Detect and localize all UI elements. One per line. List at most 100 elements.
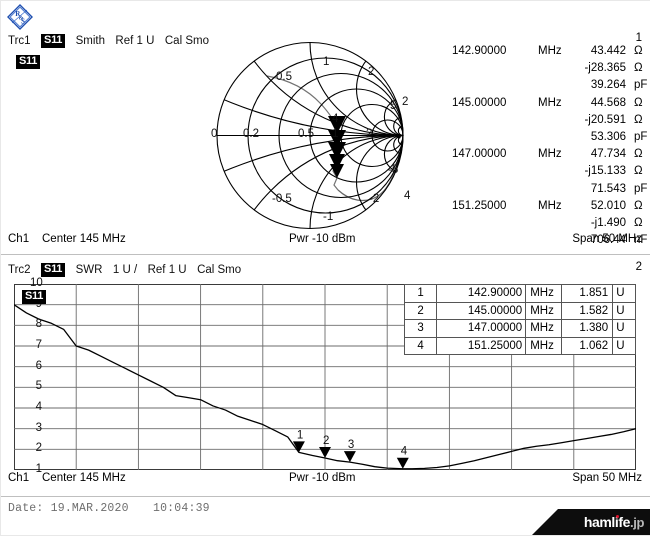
marker3-frequency: 147.00000 <box>452 148 507 161</box>
watermark-accent-dot-icon <box>615 515 619 518</box>
marker-value: 1.062 <box>561 336 614 355</box>
hamlife-watermark: hamlife.jp <box>532 509 650 535</box>
trace1-span[interactable]: Span 50 MHz <box>572 233 642 245</box>
smith-label-x-pos-1: 1 <box>323 56 330 68</box>
trace2-param-badge[interactable]: S11 <box>41 262 66 277</box>
date-label: Date: <box>8 502 44 515</box>
swr-y-tick-label: 8 <box>35 318 42 331</box>
trace2-marker-table: 1 142.90000 MHz 1.851 U 2 145.00000 MHz 1.582 U 3 1… <box>403 284 636 355</box>
marker-frequency: 142.90000 <box>436 284 527 303</box>
swr-y-tick-label: 6 <box>35 359 42 372</box>
watermark-text: hamlife.jp <box>584 514 645 531</box>
smith-label-0: 0 <box>211 128 218 140</box>
trace1-power[interactable]: Pwr -10 dBm <box>289 233 355 245</box>
marker-value-unit: U <box>612 284 636 303</box>
smith-marker-4-label: 4 <box>332 113 339 125</box>
marker1-reactance: -j28.365 <box>584 62 626 75</box>
trace1-param-badge[interactable]: S11 <box>41 33 66 48</box>
marker1-r-unit: Ω <box>634 45 643 57</box>
marker4-resistance: 52.010 <box>590 199 626 212</box>
marker4-x-unit: Ω <box>634 216 643 229</box>
trace1-ref[interactable]: Ref 1 U <box>115 35 154 47</box>
readout-row: -j1.490 Ω <box>452 216 644 233</box>
marker4-reactance: -j1.490 <box>590 216 626 229</box>
svg-text:S: S <box>21 18 25 26</box>
marker-table-row: 1 142.90000 MHz 1.851 U <box>403 284 636 303</box>
trace2-header[interactable]: Trc2 S11 SWR 1 U / Ref 1 U Cal Smo <box>8 261 247 279</box>
marker4-r-unit: Ω <box>634 199 643 212</box>
marker1-c-unit: pF <box>634 79 648 92</box>
trace1-number: 1 <box>635 32 642 44</box>
marker-frequency: 151.25000 <box>436 336 527 355</box>
smith-marker-4-outside-label: 4 <box>404 190 411 202</box>
smith-label-x-pos-2b: 2 <box>402 96 409 108</box>
trace1-header[interactable]: Trc1 S11 Smith Ref 1 U Cal Smo <box>8 32 215 50</box>
date-time-stamp: Date: 19.MAR.2020 10:04:39 <box>8 502 210 515</box>
vna-screenshot: R & S Trc1 S11 Smith Ref 1 U Cal Smo 1 S… <box>0 0 650 536</box>
smith-label-x-pos-0p5: 0.5 <box>276 71 292 83</box>
swr-y-tick-label: 4 <box>35 401 42 413</box>
date-value: 19.MAR.2020 <box>50 502 129 515</box>
smith-label-r-0p2: 0.2 <box>243 128 259 140</box>
trace2-status-bar: Ch1 Center 145 MHz Pwr -10 dBm Span 50 M… <box>0 472 650 490</box>
footer-divider <box>0 496 650 497</box>
readout-row: 145.00000 MHz 44.568 Ω <box>452 96 644 113</box>
smith-label-x-pos-2: 2 <box>368 66 375 78</box>
readout-row: 147.00000 MHz 47.734 Ω <box>452 147 644 164</box>
readout-row: 151.25000 MHz 52.010 Ω <box>452 199 644 216</box>
marker3-resistance: 47.734 <box>590 148 626 161</box>
trace1-marker-readout: 142.90000 MHz 43.442 Ω -j28.365 Ω 39.264… <box>452 44 648 250</box>
smith-chart[interactable]: 0 0.2 0.5 1 2 0.5 1 2 5 -0.5 -1 -2 -5 4 … <box>190 38 430 233</box>
marker-value: 1.851 <box>561 284 614 303</box>
time-value: 10:04:39 <box>152 502 210 515</box>
readout-row: -j28.365 Ω <box>452 61 644 78</box>
trace1-format[interactable]: Smith <box>76 35 105 47</box>
marker3-reactance: -j15.133 <box>584 165 626 178</box>
trace2-power[interactable]: Pwr -10 dBm <box>289 472 355 484</box>
trace2-span[interactable]: Span 50 MHz <box>572 472 642 484</box>
trace2-ref[interactable]: Ref 1 U <box>148 264 187 276</box>
readout-row: 71.543 pF <box>452 182 648 199</box>
marker3-x-unit: Ω <box>634 165 643 178</box>
trace2-center-freq[interactable]: Center 145 MHz <box>42 472 126 484</box>
trace2-cal[interactable]: Cal Smo <box>197 264 241 276</box>
marker-index: 4 <box>403 336 438 355</box>
marker1-frequency: 142.90000 <box>452 45 507 57</box>
smith-label-x-neg-1: -1 <box>323 211 334 223</box>
trace1-center-freq[interactable]: Center 145 MHz <box>42 233 126 245</box>
marker3-capacitance: 71.543 <box>590 182 626 195</box>
trace1-name[interactable]: Trc1 <box>8 35 31 47</box>
trace2-channel[interactable]: Ch1 <box>8 472 29 484</box>
marker-value: 1.582 <box>561 301 614 320</box>
marker4-frequency: 151.25000 <box>452 199 507 212</box>
trace1-channel[interactable]: Ch1 <box>8 233 29 245</box>
trace1-badge-label: S11 <box>16 55 41 69</box>
trace2-scale[interactable]: 1 U / <box>113 264 137 276</box>
swr-marker-label: 2 <box>323 435 329 447</box>
trace2-channel-badge[interactable]: S11 <box>22 286 47 304</box>
trace2-format[interactable]: SWR <box>76 264 103 276</box>
marker-value-unit: U <box>612 336 636 355</box>
watermark-suffix: .jp <box>630 515 644 530</box>
trace2-name[interactable]: Trc2 <box>8 264 31 276</box>
swr-y-tick-label: 2 <box>35 442 42 455</box>
marker-frequency: 145.00000 <box>436 301 527 320</box>
readout-row: 142.90000 MHz 43.442 Ω <box>452 44 644 61</box>
marker1-resistance: 43.442 <box>590 45 626 57</box>
marker-index: 2 <box>403 301 438 320</box>
marker1-x-unit: Ω <box>634 62 643 75</box>
marker1-capacitance: 39.264 <box>590 79 626 92</box>
trace1-status-bar: Ch1 Center 145 MHz Pwr -10 dBm Span 50 M… <box>0 233 650 251</box>
section-divider <box>0 254 650 255</box>
marker-index: 3 <box>403 319 438 338</box>
smith-label-x-pos-5: 5 <box>390 100 397 112</box>
smith-label-x-neg-0p5: -0.5 <box>272 193 292 205</box>
marker3-c-unit: pF <box>634 182 648 195</box>
marker2-x-unit: Ω <box>634 113 643 126</box>
smith-label-r-2: 2 <box>366 128 373 140</box>
marker-table-row: 4 151.25000 MHz 1.062 U <box>403 336 636 355</box>
marker2-reactance: -j20.591 <box>584 113 626 126</box>
marker-freq-unit: MHz <box>525 301 563 320</box>
trace1-channel-badge[interactable]: S11 <box>16 51 41 69</box>
readout-row: -j15.133 Ω <box>452 164 644 181</box>
